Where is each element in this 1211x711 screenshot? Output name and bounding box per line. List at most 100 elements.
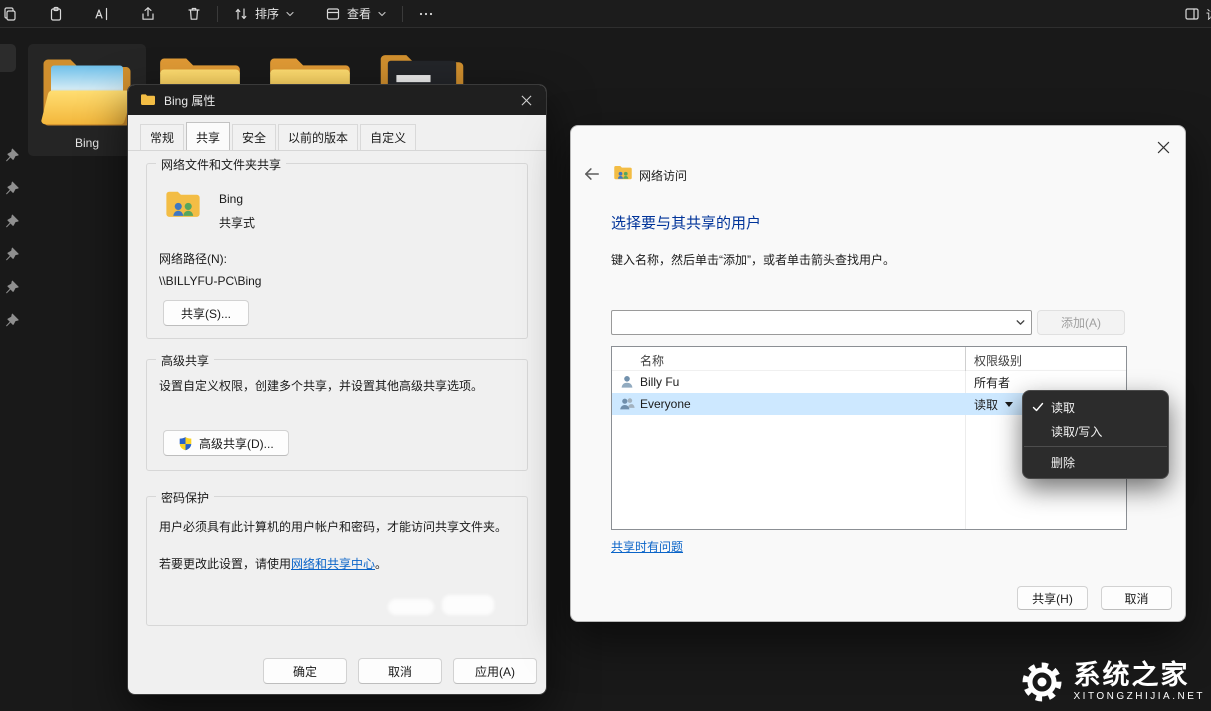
close-icon <box>1157 141 1170 154</box>
properties-dialog: Bing 属性 常规 共享 安全 以前的版本 自定义 网络文件和文件夹共享 Bi… <box>127 84 547 695</box>
header-column-divider <box>965 347 966 371</box>
dropdown-triangle-icon <box>1005 402 1013 407</box>
tab-previous-versions[interactable]: 以前的版本 <box>278 124 358 150</box>
add-button-label: 添加(A) <box>1061 314 1101 331</box>
details-pane-button[interactable]: 详细信息 <box>1176 2 1211 26</box>
gear-logo-icon <box>1018 658 1066 706</box>
watermark-name: 系统之家 <box>1074 661 1206 689</box>
apply-button[interactable]: 应用(A) <box>453 658 537 684</box>
group-title: 密码保护 <box>156 489 214 506</box>
sort-icon <box>233 6 249 22</box>
share-confirm-button[interactable]: 共享(H) <box>1017 586 1088 610</box>
tab-security[interactable]: 安全 <box>232 124 276 150</box>
user-combobox[interactable] <box>611 310 1032 335</box>
network-sharing-group: 网络文件和文件夹共享 Bing 共享式 网络路径(N): \\BILLYFU-P… <box>146 163 528 339</box>
close-button[interactable] <box>1149 134 1177 160</box>
chevron-down-icon <box>285 9 295 19</box>
uac-shield-icon <box>178 436 193 451</box>
view-button[interactable]: 查看 <box>317 2 395 26</box>
add-button[interactable]: 添加(A) <box>1037 310 1125 335</box>
tab-customize[interactable]: 自定义 <box>360 124 416 150</box>
network-sharing-center-link[interactable]: 网络和共享中心 <box>291 557 375 571</box>
user-icon <box>619 374 635 390</box>
close-button[interactable] <box>506 85 546 115</box>
permission-value: 所有者 <box>974 374 1010 391</box>
network-access-dialog: 网络访问 选择要与其共享的用户 键入名称，然后单击“添加”，或者单击箭头查找用户… <box>570 125 1186 622</box>
permission-column-header[interactable]: 权限级别 <box>974 352 1022 369</box>
sort-label: 排序 <box>255 5 279 22</box>
name-column-header[interactable]: 名称 <box>640 352 664 369</box>
tab-general[interactable]: 常规 <box>140 124 184 150</box>
pin-icon[interactable] <box>4 181 20 197</box>
advanced-sharing-description: 设置自定义权限，创建多个共享，并设置其他高级共享选项。 <box>159 378 521 394</box>
wizard-instruction: 键入名称，然后单击“添加”，或者单击箭头查找用户。 <box>611 251 1131 268</box>
paste-button[interactable] <box>40 2 72 26</box>
more-icon <box>418 6 434 22</box>
more-button[interactable] <box>410 2 442 26</box>
network-path-value: \\BILLYFU-PC\Bing <box>159 274 261 288</box>
cancel-button[interactable]: 取消 <box>1101 586 1172 610</box>
back-button[interactable] <box>581 163 603 185</box>
permission-dropdown[interactable]: 读取 <box>974 396 1013 413</box>
group-title: 网络文件和文件夹共享 <box>156 156 286 173</box>
back-arrow-icon <box>583 165 601 183</box>
properties-dialog-titlebar: Bing 属性 <box>128 85 546 115</box>
rename-button[interactable] <box>86 2 118 26</box>
cancel-button[interactable]: 取消 <box>358 658 442 684</box>
menu-separator <box>1024 446 1167 447</box>
bing-picture-folder-icon <box>39 52 135 130</box>
rename-icon <box>94 6 110 22</box>
group-icon <box>619 396 635 412</box>
copy-button[interactable] <box>0 2 26 26</box>
toolbar-separator <box>402 6 403 22</box>
folder-icon <box>140 92 156 108</box>
user-name: Everyone <box>640 397 691 411</box>
file-explorer-window: 排序 查看 详细信息 Bing <box>0 0 1211 711</box>
permission-value: 读取 <box>974 396 998 413</box>
nav-rail-thumb <box>0 44 16 72</box>
trouble-sharing-link[interactable]: 共享时有问题 <box>611 538 683 555</box>
pin-icon[interactable] <box>4 280 20 296</box>
advanced-sharing-button-label: 高级共享(D)... <box>199 435 274 452</box>
user-search-input[interactable] <box>612 311 1009 334</box>
cancel-label: 取消 <box>388 663 412 680</box>
view-icon <box>325 6 341 22</box>
paste-icon <box>48 6 64 22</box>
shared-folder-name: Bing <box>219 192 243 206</box>
password-protection-text2: 若要更改此设置，请使用网络和共享中心。 <box>159 555 521 572</box>
share-button[interactable]: 共享(S)... <box>163 300 249 326</box>
pin-icon[interactable] <box>4 247 20 263</box>
user-name: Billy Fu <box>640 375 679 389</box>
advanced-sharing-button[interactable]: 高级共享(D)... <box>163 430 289 456</box>
details-pane-label: 详细信息 <box>1206 6 1211 23</box>
delete-icon <box>186 6 202 22</box>
sort-button[interactable]: 排序 <box>225 2 303 26</box>
properties-tabs: 常规 共享 安全 以前的版本 自定义 <box>128 115 546 151</box>
menu-item-read[interactable]: 读取 <box>1023 395 1168 419</box>
password-protection-text: 用户必须具有此计算机的用户帐户和密码，才能访问共享文件夹。 <box>159 519 521 535</box>
share-icon <box>140 6 156 22</box>
share-toolbar-button[interactable] <box>132 2 164 26</box>
folder-label: Bing <box>75 136 99 150</box>
shared-folder-icon <box>161 186 205 224</box>
tab-sharing[interactable]: 共享 <box>186 122 230 150</box>
menu-item-label: 删除 <box>1051 454 1075 471</box>
menu-item-read-write[interactable]: 读取/写入 <box>1023 419 1168 443</box>
blur-smudge <box>388 599 434 615</box>
pin-icon[interactable] <box>4 313 20 329</box>
pin-icon[interactable] <box>4 148 20 164</box>
properties-dialog-footer: 确定 取消 应用(A) <box>263 658 537 684</box>
line2-prefix: 若要更改此设置，请使用 <box>159 557 291 571</box>
dialog-title: Bing 属性 <box>164 92 215 109</box>
share-confirm-label: 共享(H) <box>1032 590 1073 607</box>
permission-context-menu: 读取 读取/写入 删除 <box>1022 390 1169 479</box>
line2-suffix: 。 <box>375 557 387 571</box>
copy-icon <box>2 6 18 22</box>
pin-icon[interactable] <box>4 214 20 230</box>
ok-button[interactable]: 确定 <box>263 658 347 684</box>
menu-item-label: 读取/写入 <box>1051 423 1102 440</box>
menu-item-remove[interactable]: 删除 <box>1023 450 1168 474</box>
site-watermark: 系统之家 XITONGZHIJIA.NET <box>1018 658 1206 706</box>
combobox-chevron-icon[interactable] <box>1009 317 1031 328</box>
delete-button[interactable] <box>178 2 210 26</box>
